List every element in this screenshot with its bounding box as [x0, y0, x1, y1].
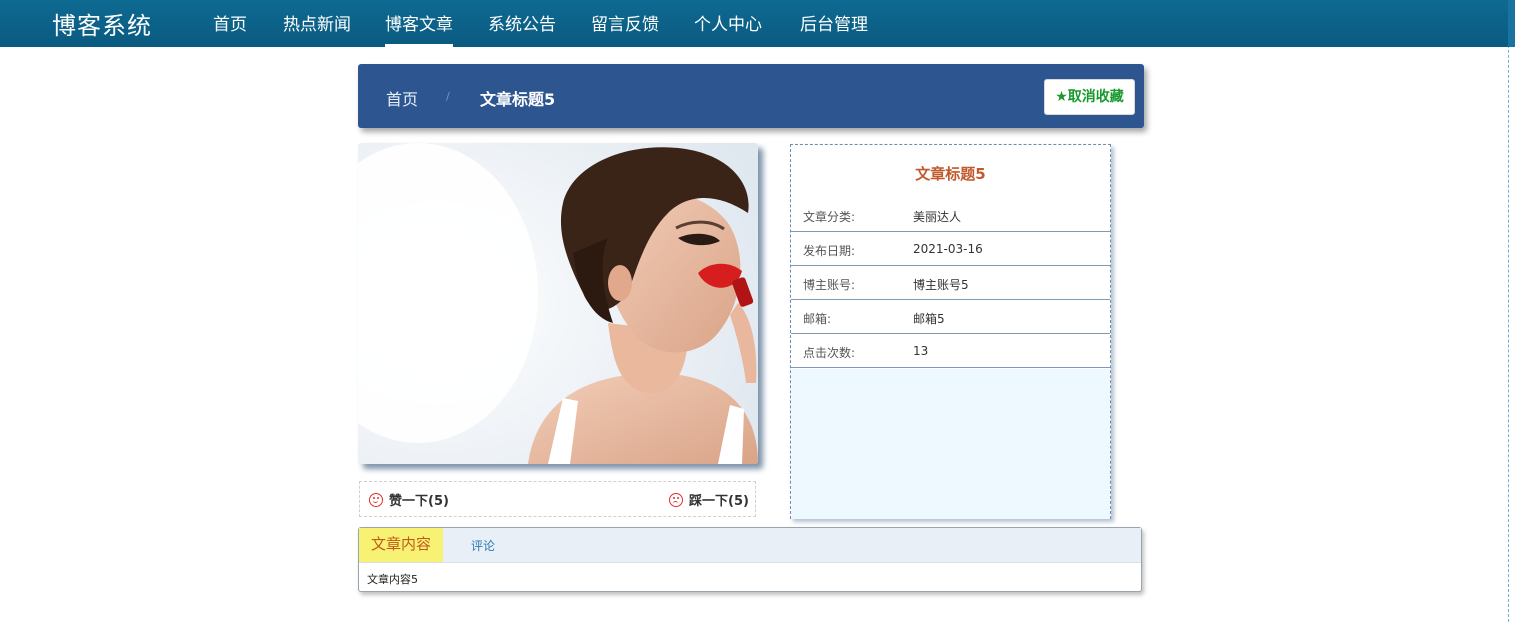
- scrollbar-track[interactable]: [1508, 0, 1515, 622]
- breadcrumb-separator: /: [446, 90, 450, 103]
- nav-item-blog-articles[interactable]: 博客文章: [385, 10, 453, 47]
- site-logo[interactable]: 博客系统: [52, 6, 152, 41]
- dislike-button[interactable]: 踩一下(5): [669, 490, 749, 509]
- top-navbar: 博客系统 首页 热点新闻 博客文章 系统公告 留言反馈 个人中心 后台管理: [0, 0, 1508, 47]
- article-content-text: 文章内容5: [367, 573, 418, 586]
- info-value: 2021-03-16: [913, 242, 983, 256]
- scrollbar-top: [1508, 0, 1515, 47]
- breadcrumb-bar: 首页 / 文章标题5 ★取消收藏: [358, 64, 1144, 128]
- info-row-blogger-account: 博主账号: 博主账号5: [791, 266, 1110, 300]
- info-panel-fill: [791, 369, 1110, 519]
- frown-icon: [669, 492, 683, 507]
- nav-item-profile[interactable]: 个人中心: [694, 10, 762, 47]
- like-button[interactable]: 赞一下(5): [369, 490, 449, 509]
- tab-header: 文章内容 评论: [359, 528, 1141, 563]
- smile-icon: [369, 492, 383, 507]
- info-label: 邮箱:: [803, 312, 832, 326]
- info-row-email: 邮箱: 邮箱5: [791, 300, 1110, 334]
- nav-item-admin[interactable]: 后台管理: [800, 10, 868, 47]
- info-value: 博主账号5: [913, 278, 969, 292]
- like-label: 赞一下(5): [389, 494, 449, 509]
- woman-lipstick-photo: [358, 143, 758, 464]
- info-row-clicks: 点击次数: 13: [791, 334, 1110, 368]
- unfavorite-button[interactable]: ★取消收藏: [1044, 79, 1135, 115]
- info-row-category: 文章分类: 美丽达人: [791, 198, 1110, 232]
- article-title: 文章标题5: [915, 165, 986, 183]
- breadcrumb-current: 文章标题5: [480, 90, 556, 109]
- info-label: 点击次数:: [803, 346, 856, 360]
- tab-comments[interactable]: 评论: [471, 537, 495, 554]
- info-value: 美丽达人: [913, 210, 962, 224]
- tab-article-content[interactable]: 文章内容: [359, 528, 443, 562]
- nav-item-announcements[interactable]: 系统公告: [488, 10, 556, 47]
- breadcrumb-home-link[interactable]: 首页: [386, 86, 418, 110]
- nav-item-feedback[interactable]: 留言反馈: [591, 10, 659, 47]
- info-row-date: 发布日期: 2021-03-16: [791, 232, 1110, 266]
- dislike-label: 踩一下(5): [689, 494, 749, 509]
- info-label: 博主账号:: [803, 278, 856, 292]
- article-info-panel: 文章标题5 文章分类: 美丽达人 发布日期: 2021-03-16 博主账号: …: [790, 144, 1111, 519]
- info-label: 发布日期:: [803, 244, 856, 258]
- info-value: 邮箱5: [913, 312, 945, 326]
- nav-item-hot-news[interactable]: 热点新闻: [283, 10, 351, 47]
- article-image: [358, 143, 758, 464]
- article-tabs: 文章内容 评论 文章内容5: [358, 527, 1142, 592]
- info-value: 13: [913, 344, 929, 358]
- nav-item-home[interactable]: 首页: [213, 10, 247, 47]
- vote-bar: 赞一下(5) 踩一下(5): [359, 481, 756, 517]
- info-label: 文章分类:: [803, 210, 856, 224]
